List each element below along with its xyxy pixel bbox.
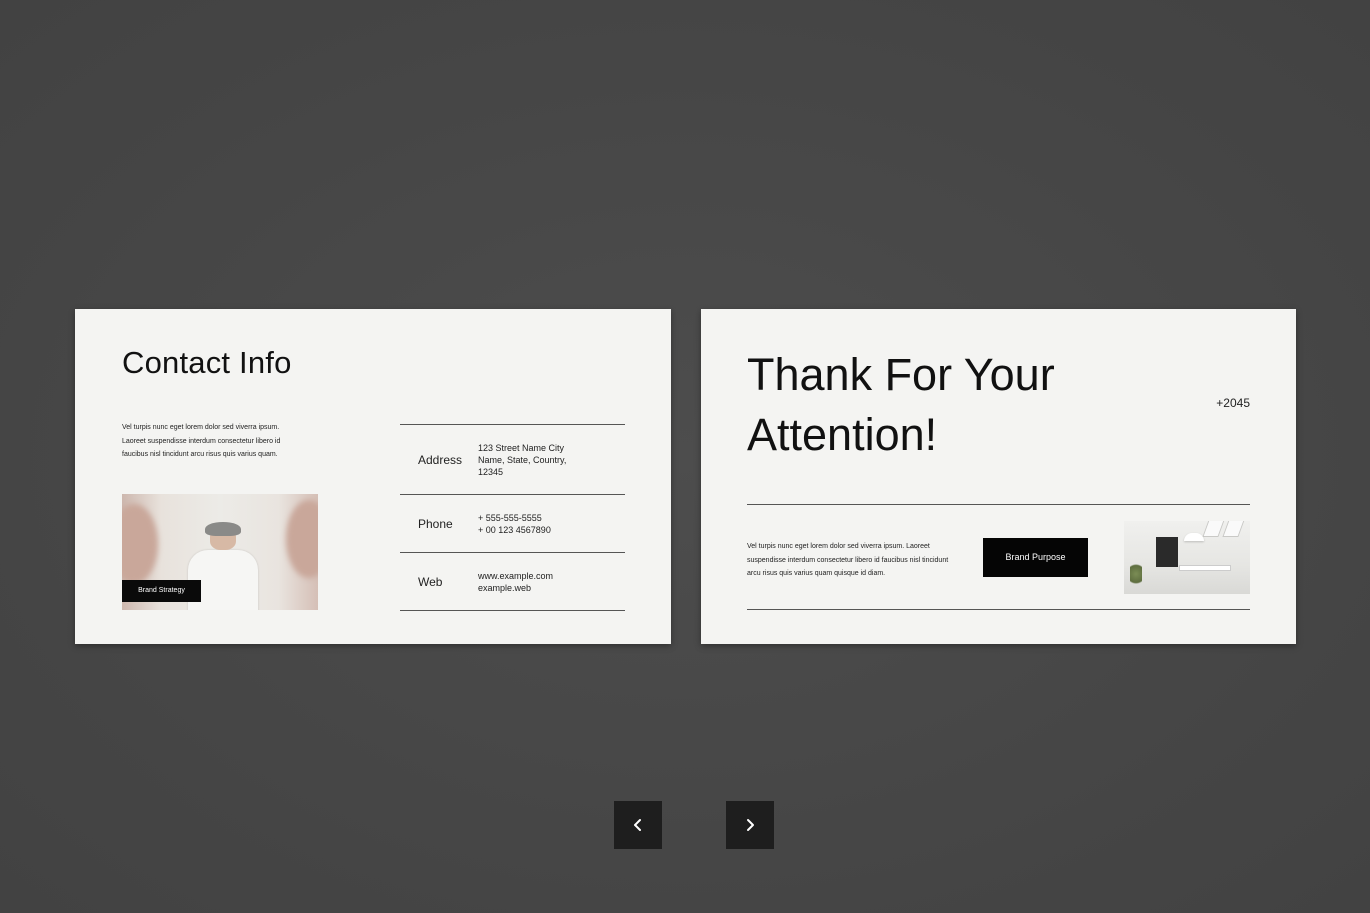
- title-line: Thank For Your: [747, 349, 1055, 400]
- contact-row-phone: Phone + 555-555-5555 + 00 123 4567890: [400, 494, 625, 552]
- interior-photo: [1124, 521, 1250, 594]
- photo-tag: Brand Strategy: [122, 580, 201, 602]
- web-line: www.example.com: [478, 570, 554, 581]
- title-line: Attention!: [747, 409, 938, 460]
- desk: [1179, 565, 1231, 571]
- contact-table: Address 123 Street Name City Name, State…: [400, 424, 625, 611]
- contact-label: Web: [418, 574, 443, 589]
- previous-button[interactable]: [614, 801, 662, 849]
- web-line: example.web: [478, 582, 532, 593]
- contact-row-address: Address 123 Street Name City Name, State…: [400, 424, 625, 494]
- blurred-hand-left: [122, 504, 158, 584]
- brand-purpose-button[interactable]: Brand Purpose: [983, 538, 1088, 577]
- slide-contact-info[interactable]: Contact Info Vel turpis nunc eget lorem …: [75, 309, 671, 644]
- chevron-left-icon: [634, 819, 641, 831]
- slide-title: Contact Info: [122, 345, 292, 380]
- blurred-hand-right: [286, 500, 318, 578]
- contact-value: + 555-555-5555 + 00 123 4567890: [478, 512, 625, 536]
- slide-body-text: Vel turpis nunc eget lorem dolor sed viv…: [122, 424, 281, 458]
- slide-thank-you[interactable]: Thank For Your Attention! +2045 Vel turp…: [701, 309, 1296, 644]
- skylight: [1222, 521, 1246, 537]
- person-bucket-hat: [205, 522, 241, 536]
- plant: [1130, 561, 1142, 587]
- phone-line: + 00 123 4567890: [478, 524, 551, 535]
- address-line: 123 Street Name City: [478, 442, 565, 453]
- contact-value: 123 Street Name City Name, State, Countr…: [478, 442, 625, 478]
- pendant-lamp: [1184, 533, 1204, 541]
- contact-label: Address: [418, 452, 463, 467]
- divider: [747, 504, 1250, 505]
- contact-row-web: Web www.example.com example.web: [400, 552, 625, 611]
- year-label: +2045: [1216, 396, 1250, 410]
- address-line: 12345: [478, 466, 504, 477]
- contact-value: www.example.com example.web: [478, 570, 625, 594]
- phone-line: + 555-555-5555: [478, 512, 542, 523]
- presentation-viewer: Contact Info Vel turpis nunc eget lorem …: [0, 0, 1370, 913]
- next-button[interactable]: [726, 801, 774, 849]
- address-line: Name, State, Country,: [478, 454, 567, 465]
- slide-body-text: Vel turpis nunc eget lorem dolor sed viv…: [747, 543, 949, 577]
- contact-label: Phone: [418, 516, 453, 531]
- slide-title: Thank For Your Attention!: [747, 345, 1147, 465]
- blackboard: [1156, 537, 1178, 567]
- divider: [747, 609, 1250, 610]
- chevron-right-icon: [747, 819, 754, 831]
